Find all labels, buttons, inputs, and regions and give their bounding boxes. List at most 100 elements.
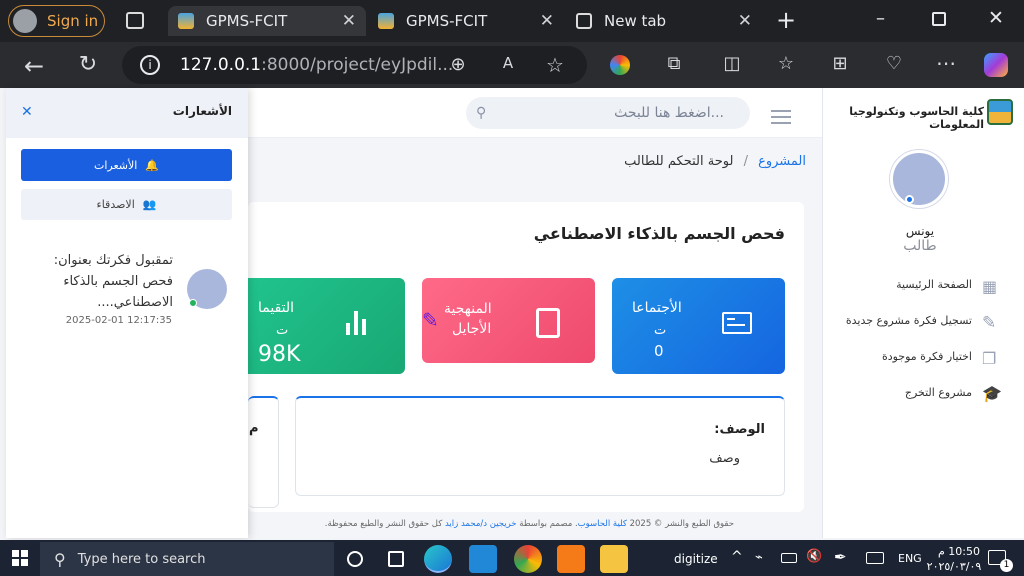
taskbar-search-placeholder: Type here to search xyxy=(77,551,206,567)
extensions-icon[interactable]: ⧉ xyxy=(660,53,688,74)
tab-gpms-2[interactable]: GPMS-FCIT ✕ xyxy=(368,6,564,36)
back-icon[interactable]: ← xyxy=(20,52,48,80)
description-value: وصف xyxy=(709,451,740,466)
nav-label: الصفحة الرئيسية xyxy=(896,278,972,291)
tray-chevron-icon[interactable]: ^ xyxy=(731,549,743,565)
stat-ratings-value: 98K xyxy=(258,342,301,367)
nav-item-new-idea[interactable]: تسجيل فكرة مشروع جديدة xyxy=(830,314,972,327)
vscode-app-icon[interactable] xyxy=(469,545,497,573)
tab-notifications[interactable]: الأشعرات 🔔 xyxy=(21,149,232,181)
stat-ratings-sub: ت xyxy=(276,323,289,338)
tab-friends[interactable]: الاصدقاء 👥 xyxy=(21,189,232,220)
cortana-icon[interactable] xyxy=(347,551,363,567)
chrome-app-icon[interactable] xyxy=(514,545,542,573)
stat-methodology-sub: الأجايل xyxy=(452,321,492,337)
footer-designed-by: . مصمم بواسطة xyxy=(519,519,578,529)
copilot-icon[interactable] xyxy=(984,53,1008,77)
close-tab-icon[interactable]: ✕ xyxy=(342,11,356,31)
footer-college-link[interactable]: كلية الحاسوب xyxy=(578,519,627,529)
footer-rights: كل حقوق النشر والطبع محفوظة. xyxy=(324,519,443,529)
tab-gpms-1[interactable]: GPMS-FCIT ✕ xyxy=(168,6,366,36)
profile-button[interactable]: Sign in xyxy=(8,5,105,37)
favorites-icon[interactable]: ☆ xyxy=(772,53,800,74)
notification-time: 2025-02-01 12:17:35 xyxy=(65,315,172,326)
browser-health-icon[interactable]: ♡ xyxy=(880,53,908,74)
nav-item-graduation-project[interactable]: مشروع التخرج xyxy=(830,386,972,399)
close-panel-icon[interactable]: ✕ xyxy=(21,104,33,120)
menu-toggle-icon[interactable] xyxy=(771,110,791,124)
split-screen-icon[interactable]: ◫ xyxy=(718,53,746,74)
tray-network-icon[interactable]: ⌁ xyxy=(755,550,763,565)
collections-icon[interactable]: ⊞ xyxy=(826,53,854,74)
tab-actions-icon[interactable] xyxy=(126,12,144,29)
input-language[interactable]: ENG xyxy=(898,552,922,565)
digitize-label[interactable]: digitize xyxy=(674,552,718,566)
taskbar-search-field[interactable]: ⚲ Type here to search xyxy=(40,542,334,576)
xampp-app-icon[interactable] xyxy=(557,545,585,573)
windows-start-icon[interactable] xyxy=(12,550,28,566)
breadcrumb-home-link[interactable]: المشروع xyxy=(758,154,806,169)
notification-status-dot xyxy=(189,299,197,307)
reload-icon[interactable]: ↻ xyxy=(74,52,102,77)
notification-text: تمقبول فكرتك بعنوان: فحص الجسم بالذكاء ا… xyxy=(30,250,173,313)
breadcrumb: المشروع / لوحة التحكم للطالب xyxy=(560,154,806,169)
close-window-icon[interactable]: ✕ xyxy=(988,7,1004,29)
footer-author-link[interactable]: خريجين د/محمد زايد xyxy=(445,519,517,529)
edit-methodology-icon[interactable]: ✎ xyxy=(422,308,439,332)
edit-icon: ✎ xyxy=(982,313,997,333)
tray-volume-icon[interactable]: 🔇 xyxy=(806,549,822,564)
members-card xyxy=(248,396,279,508)
new-tab-button[interactable]: + xyxy=(776,6,796,34)
stat-ratings-label: التقيما xyxy=(258,300,295,316)
notification-line: فحص الجسم بالذكاء xyxy=(63,274,173,289)
site-favicon-icon xyxy=(378,13,394,29)
maximize-icon[interactable] xyxy=(932,12,946,26)
site-info-icon[interactable]: i xyxy=(140,55,160,75)
url-host: 127.0.0.1 xyxy=(180,55,262,75)
zoom-icon[interactable]: ⊕ xyxy=(444,54,472,75)
tab-notifications-label: الأشعرات xyxy=(93,158,138,172)
nav-label: تسجيل فكرة مشروع جديدة xyxy=(845,314,972,327)
user-name: يونس xyxy=(905,224,935,238)
close-tab-icon[interactable]: ✕ xyxy=(540,11,554,31)
description-card xyxy=(295,396,785,496)
edge-app-icon[interactable] xyxy=(424,545,452,573)
extension-color-icon[interactable] xyxy=(610,55,630,75)
site-name: كلية الحاسوب وتكنولوجيا المعلومات xyxy=(849,105,984,131)
breadcrumb-current: لوحة التحكم للطالب xyxy=(624,154,734,169)
users-icon: 👥 xyxy=(142,198,157,211)
grid-icon: ▦ xyxy=(982,277,998,296)
stat-card-methodology[interactable] xyxy=(422,278,595,363)
more-icon[interactable]: ⋯ xyxy=(932,51,960,75)
book-icon xyxy=(536,308,560,338)
clock-date[interactable]: ٢٠٢٥/٠٣/٠٩ xyxy=(926,560,982,573)
meeting-icon xyxy=(722,312,752,334)
stat-card-meetings[interactable] xyxy=(612,278,785,374)
members-card-label: م xyxy=(249,421,259,436)
tab-friends-label: الاصدقاء xyxy=(96,198,135,211)
tray-keyboard-icon[interactable] xyxy=(866,552,884,564)
tray-pen-icon[interactable]: ✒ xyxy=(834,548,847,566)
stat-methodology-label: المنهجية xyxy=(444,301,492,317)
nav-item-choose-idea[interactable]: اختيار فكرة موجودة xyxy=(830,350,972,363)
minimize-icon[interactable]: – xyxy=(876,8,885,29)
tab-title: GPMS-FCIT xyxy=(206,12,288,30)
notification-line: الاصطناعي.... xyxy=(97,295,173,310)
graduate-icon: 🎓 xyxy=(982,384,1002,403)
favorite-star-icon[interactable]: ☆ xyxy=(541,53,569,77)
clock-time[interactable]: 10:50 م xyxy=(928,545,980,558)
tab-new-tab[interactable]: New tab ✕ xyxy=(566,6,762,36)
task-view-icon[interactable] xyxy=(388,551,404,567)
tray-battery-icon[interactable] xyxy=(781,553,797,563)
search-icon: ⚲ xyxy=(476,105,487,121)
breadcrumb-separator: / xyxy=(743,154,748,169)
page-footer: حقوق الطبع والنشر © 2025 كلية الحاسوب. م… xyxy=(252,519,734,529)
close-tab-icon[interactable]: ✕ xyxy=(738,11,752,31)
read-aloud-icon[interactable]: A xyxy=(494,54,522,72)
nav-item-home[interactable]: الصفحة الرئيسية xyxy=(830,278,972,291)
file-explorer-icon[interactable] xyxy=(600,545,628,573)
search-input[interactable]: ⚲ اضغط هنا للبحث... xyxy=(466,97,750,129)
college-logo-icon xyxy=(987,99,1013,125)
search-icon: ⚲ xyxy=(54,549,66,569)
search-placeholder: اضغط هنا للبحث... xyxy=(614,105,724,121)
